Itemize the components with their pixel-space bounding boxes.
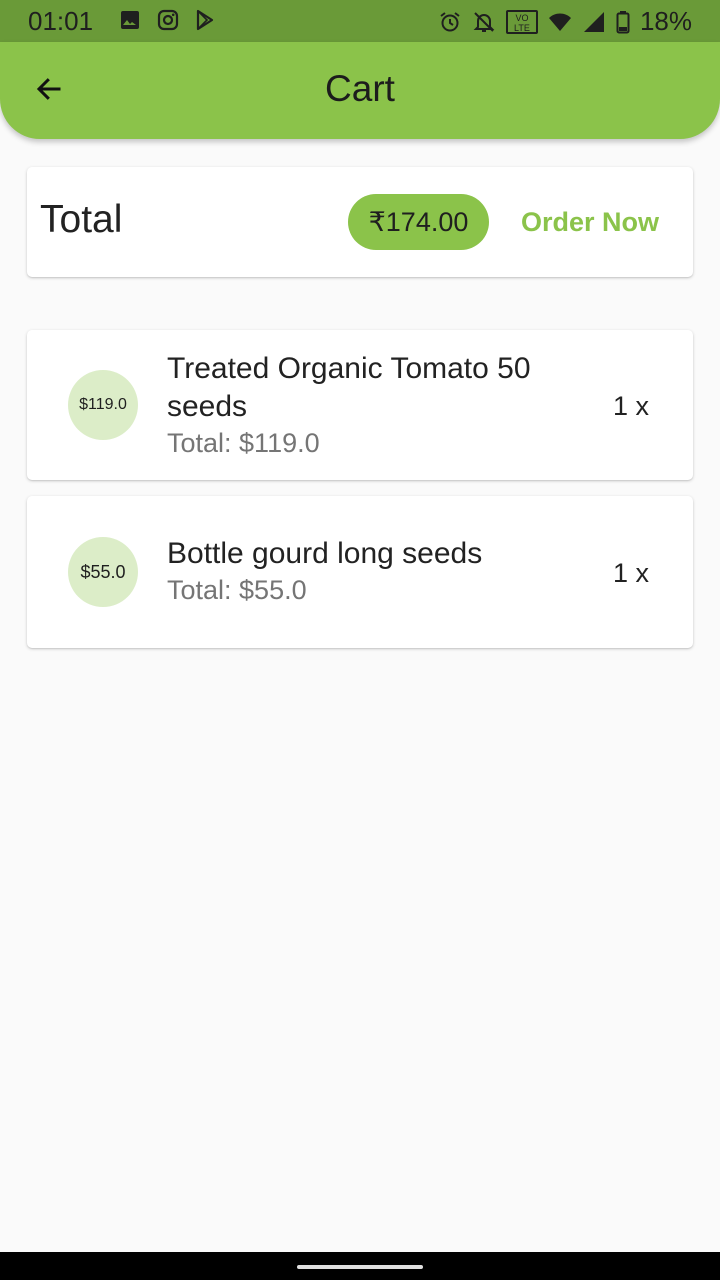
volte-icon: VO LTE xyxy=(505,9,538,34)
cart-item[interactable]: $119.0 Treated Organic Tomato 50 seeds T… xyxy=(27,330,693,480)
total-label: Total xyxy=(40,198,123,241)
total-amount-chip: ₹174.00 xyxy=(348,194,489,250)
battery-percent: 18% xyxy=(639,6,692,36)
item-quantity: 1 x xyxy=(612,391,649,421)
total-summary-card: Total ₹174.00 Order Now xyxy=(27,167,693,277)
item-title: Bottle gourd long seeds xyxy=(167,537,483,570)
signal-icon xyxy=(582,10,606,34)
instagram-icon xyxy=(156,8,180,32)
home-indicator[interactable] xyxy=(297,1265,423,1269)
cart-item[interactable]: $55.0 Bottle gourd long seeds Total: $55… xyxy=(27,496,693,648)
battery-icon xyxy=(616,10,630,34)
status-right-icons: VO LTE 18% xyxy=(438,6,692,37)
notifications-off-icon xyxy=(472,10,496,34)
item-title: Treated Organic Tomato 50 seeds xyxy=(167,352,531,423)
order-now-button[interactable]: Order Now xyxy=(505,195,675,249)
status-bar: 01:01 VO LTE 18% xyxy=(0,0,720,42)
app-bar: Cart xyxy=(0,42,720,139)
system-nav-bar xyxy=(0,1252,720,1280)
page-title: Cart xyxy=(325,68,395,109)
wifi-icon xyxy=(548,10,572,34)
status-left-icons xyxy=(118,8,218,32)
play-store-icon xyxy=(194,8,218,32)
item-subtotal: Total: $119.0 xyxy=(167,428,320,458)
price-avatar: $55.0 xyxy=(68,537,138,607)
status-time: 01:01 xyxy=(28,6,94,36)
item-subtotal: Total: $55.0 xyxy=(167,575,307,605)
alarm-icon xyxy=(438,10,462,34)
item-quantity: 1 x xyxy=(612,558,649,588)
gallery-icon xyxy=(118,8,142,32)
price-avatar: $119.0 xyxy=(68,370,138,440)
